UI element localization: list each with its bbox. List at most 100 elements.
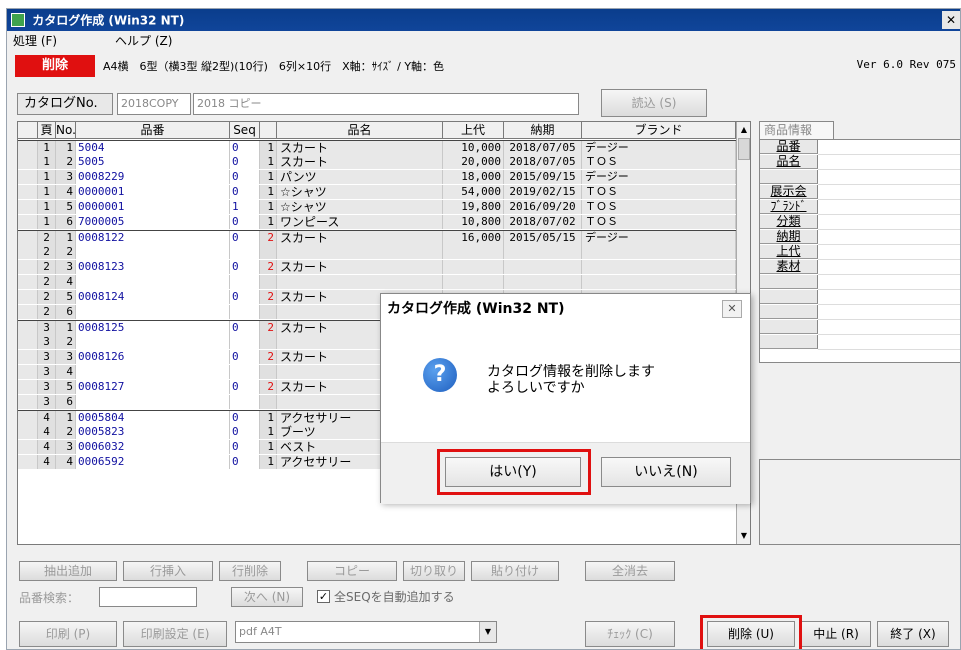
row-selector[interactable] xyxy=(18,231,38,245)
cell-seq[interactable]: 0 xyxy=(230,155,260,169)
dialog-close-button[interactable]: ✕ xyxy=(722,300,742,318)
header-no[interactable]: No. xyxy=(56,122,76,139)
window-close-button[interactable]: ✕ xyxy=(942,11,960,29)
catalog-code-field[interactable]: 2018COPY xyxy=(117,93,191,115)
row-selector[interactable] xyxy=(18,170,38,184)
table-row[interactable]: 2 1 0008122 0 2 スカート 16,000 2015/05/15 デージー xyxy=(18,230,736,245)
cell-seq[interactable] xyxy=(230,395,260,409)
cell-seq[interactable]: 0 xyxy=(230,380,260,394)
dropdown-arrow-icon[interactable]: ▼ xyxy=(479,622,496,642)
check-button[interactable]: ﾁｪｯｸ (C) xyxy=(585,621,675,647)
table-row[interactable]: 22 xyxy=(18,245,736,259)
print-settings-button[interactable]: 印刷設定 (E) xyxy=(123,621,227,647)
load-button[interactable]: 読込 (S) xyxy=(601,89,707,117)
scroll-thumb[interactable] xyxy=(738,138,750,160)
table-row[interactable]: 1 6 7000005 0 1 ワンピース 10,800 2018/07/02 ＴＯＳ xyxy=(18,215,736,229)
row-selector[interactable] xyxy=(18,155,38,169)
insert-row-button[interactable]: 行挿入 xyxy=(123,561,213,581)
print-button[interactable]: 印刷 (P) xyxy=(19,621,117,647)
cell-code[interactable]: 5004 xyxy=(76,141,230,155)
cell-seq[interactable]: 0 xyxy=(230,260,260,274)
cell-code[interactable]: 0008125 xyxy=(76,321,230,335)
menu-help[interactable]: ヘルプ (Z) xyxy=(115,31,172,51)
cell-code[interactable] xyxy=(76,365,230,379)
row-selector[interactable] xyxy=(18,185,38,199)
row-selector[interactable] xyxy=(18,290,38,304)
header-page[interactable]: 頁 xyxy=(38,122,56,139)
cell-seq[interactable]: 0 xyxy=(230,411,260,425)
cell-code[interactable]: 0006032 xyxy=(76,440,230,454)
cell-seq[interactable]: 0 xyxy=(230,231,260,245)
row-selector[interactable] xyxy=(18,200,38,214)
cell-seq[interactable]: 0 xyxy=(230,215,260,229)
row-selector[interactable] xyxy=(18,260,38,274)
row-selector[interactable] xyxy=(18,380,38,394)
scroll-down-icon[interactable]: ▼ xyxy=(738,529,750,543)
row-selector[interactable] xyxy=(18,440,38,454)
row-selector[interactable] xyxy=(18,365,38,379)
header-brand[interactable]: ブランド xyxy=(582,122,736,139)
tab-product-info[interactable]: 商品情報 xyxy=(759,121,834,139)
cell-seq[interactable]: 0 xyxy=(230,350,260,364)
row-selector[interactable] xyxy=(18,395,38,409)
cell-code[interactable]: 0008122 xyxy=(76,231,230,245)
header-name[interactable]: 品名 xyxy=(277,122,443,139)
cell-code[interactable]: 0005823 xyxy=(76,425,230,439)
cell-code[interactable] xyxy=(76,275,230,289)
cell-code[interactable]: 7000005 xyxy=(76,215,230,229)
cut-button[interactable]: 切り取り xyxy=(403,561,465,581)
pdf-select[interactable]: pdf A4T ▼ xyxy=(235,621,497,643)
delete-row-button[interactable]: 行削除 xyxy=(219,561,281,581)
table-row[interactable]: 1 3 0008229 0 1 パンツ 18,000 2015/09/15 デージー xyxy=(18,170,736,184)
table-row[interactable]: 24 xyxy=(18,275,736,289)
header-price[interactable]: 上代 xyxy=(443,122,504,139)
cell-code[interactable]: 0008123 xyxy=(76,260,230,274)
menu-process[interactable]: 処理 (F) xyxy=(13,31,57,51)
row-selector[interactable] xyxy=(18,321,38,335)
cell-code[interactable]: 0008229 xyxy=(76,170,230,184)
cell-seq[interactable]: 0 xyxy=(230,141,260,155)
row-selector[interactable] xyxy=(18,305,38,319)
row-selector[interactable] xyxy=(18,275,38,289)
paste-button[interactable]: 貼り付け xyxy=(471,561,559,581)
next-button[interactable]: 次へ (N) xyxy=(231,587,303,607)
cell-code[interactable]: 0000001 xyxy=(76,185,230,199)
cell-seq[interactable] xyxy=(230,335,260,349)
cell-code[interactable] xyxy=(76,245,230,259)
row-selector[interactable] xyxy=(18,245,38,259)
cell-seq[interactable]: 0 xyxy=(230,170,260,184)
copy-button[interactable]: コピー xyxy=(307,561,397,581)
cell-code[interactable] xyxy=(76,305,230,319)
row-selector[interactable] xyxy=(18,350,38,364)
cell-code[interactable]: 0008124 xyxy=(76,290,230,304)
clear-all-button[interactable]: 全消去 xyxy=(585,561,675,581)
scroll-up-icon[interactable]: ▲ xyxy=(738,123,750,137)
dialog-no-button[interactable]: いいえ(N) xyxy=(601,457,731,487)
extract-add-button[interactable]: 抽出追加 xyxy=(19,561,117,581)
code-search-input[interactable] xyxy=(99,587,197,607)
cell-code[interactable]: 0005804 xyxy=(76,411,230,425)
cell-code[interactable]: 0000001 xyxy=(76,200,230,214)
cell-seq[interactable]: 0 xyxy=(230,425,260,439)
cell-code[interactable]: 0008126 xyxy=(76,350,230,364)
row-selector[interactable] xyxy=(18,455,38,469)
row-selector[interactable] xyxy=(18,411,38,425)
cell-seq[interactable]: 0 xyxy=(230,321,260,335)
catalog-name-field[interactable]: 2018 コピー xyxy=(193,93,579,115)
header-date[interactable]: 納期 xyxy=(504,122,582,139)
table-row[interactable]: 1 2 5005 0 1 スカート 20,000 2018/07/05 ＴＯＳ xyxy=(18,155,736,169)
table-row[interactable]: 1 4 0000001 0 1 ☆シャツ 54,000 2019/02/15 ＴＯＳ xyxy=(18,185,736,199)
cell-seq[interactable]: 0 xyxy=(230,290,260,304)
cell-code[interactable]: 0006592 xyxy=(76,455,230,469)
table-row[interactable]: 2 3 0008123 0 2 スカート xyxy=(18,260,736,274)
cancel-button[interactable]: 中止 (R) xyxy=(801,621,871,647)
table-row[interactable]: 1 5 0000001 1 1 ☆シャツ 19,800 2016/09/20 ＴＯＳ xyxy=(18,200,736,214)
cell-seq[interactable]: 0 xyxy=(230,440,260,454)
cell-seq[interactable]: 0 xyxy=(230,455,260,469)
header-code[interactable]: 品番 xyxy=(76,122,230,139)
cell-seq[interactable] xyxy=(230,365,260,379)
cell-code[interactable] xyxy=(76,335,230,349)
exit-button[interactable]: 終了 (X) xyxy=(877,621,949,647)
row-selector[interactable] xyxy=(18,335,38,349)
row-selector[interactable] xyxy=(18,425,38,439)
